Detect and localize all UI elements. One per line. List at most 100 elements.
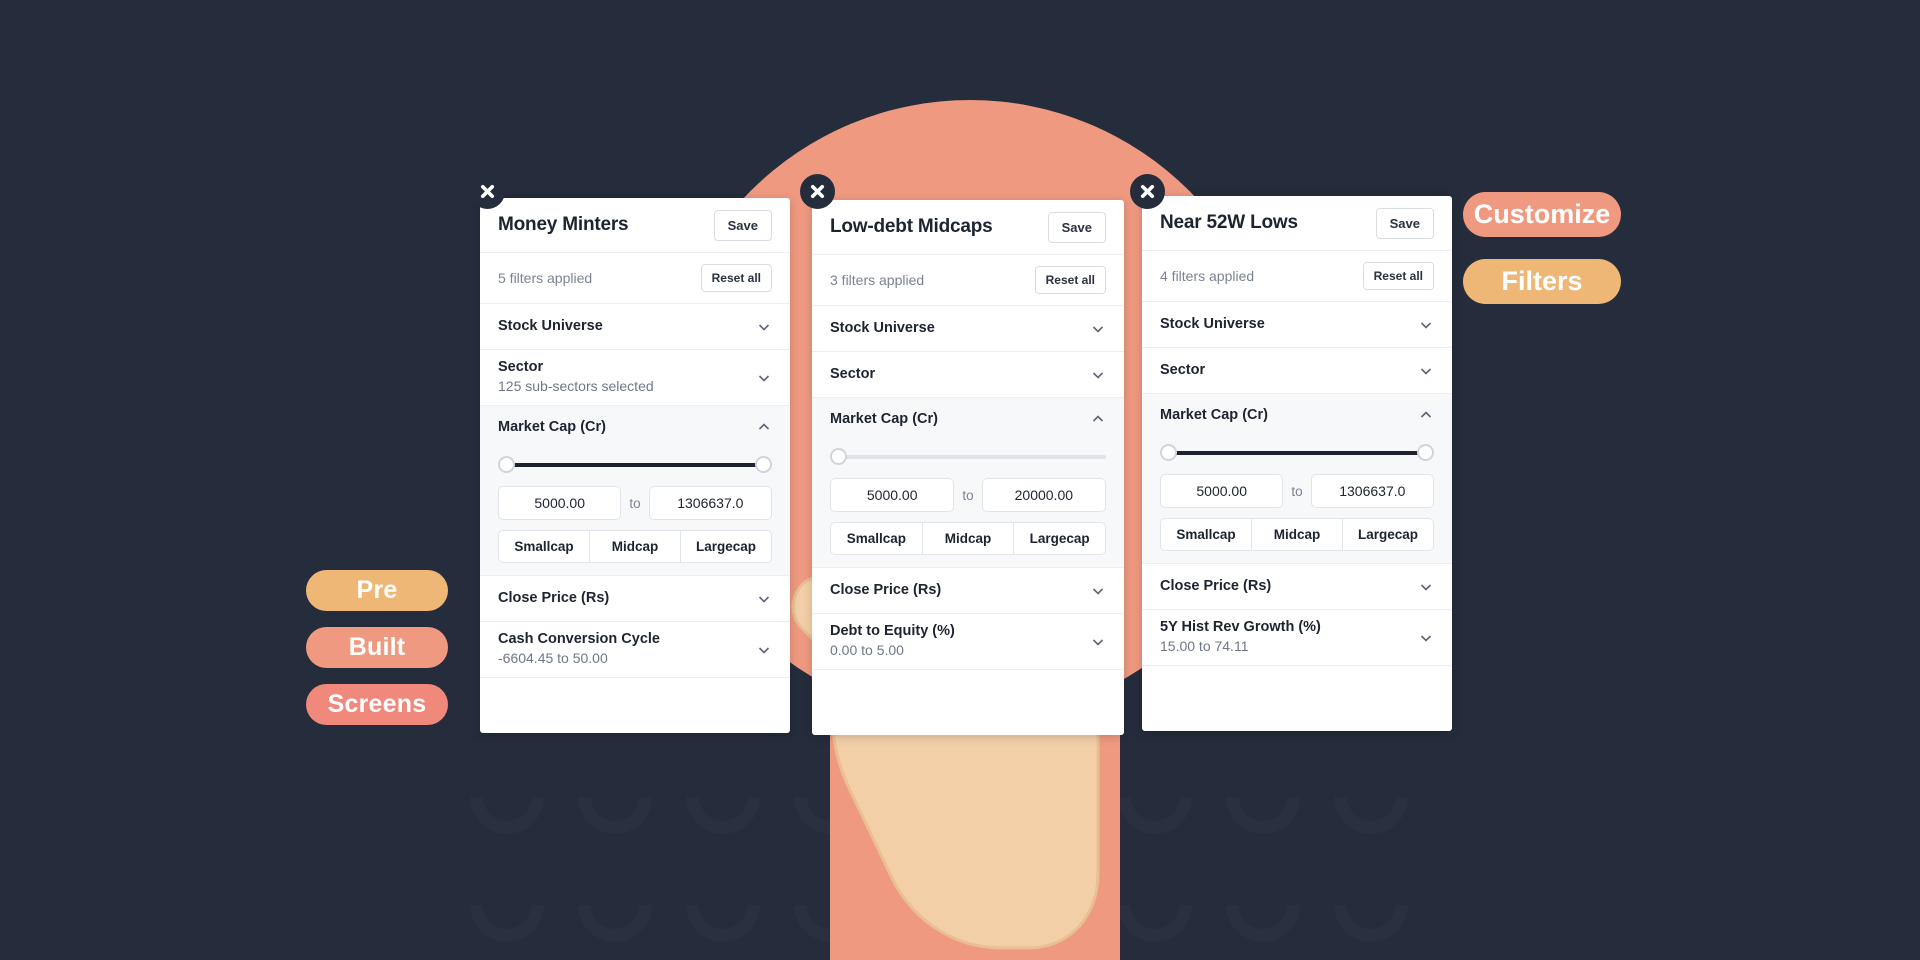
slider-knob-max[interactable]: [755, 456, 772, 473]
card-title: Near 52W Lows: [1160, 212, 1298, 233]
market-cap-header[interactable]: Market Cap (Cr): [812, 398, 1124, 440]
market-cap-slider[interactable]: [830, 448, 1106, 466]
slider-knob-min[interactable]: [498, 456, 515, 473]
filters-summary-bar: 4 filters applied Reset all: [1142, 251, 1452, 302]
chevron-down-icon[interactable]: [756, 591, 772, 607]
screener-card-low-debt-midcaps: Low-debt Midcaps Save 3 filters applied …: [812, 200, 1124, 735]
slider-knob-min[interactable]: [1160, 444, 1177, 461]
market-cap-min-input[interactable]: 5000.00: [830, 478, 955, 512]
range-to-label: to: [962, 487, 974, 503]
market-cap-max-input[interactable]: 20000.00: [981, 478, 1107, 512]
close-icon: [480, 184, 495, 199]
filter-row-label: Sector: [830, 365, 876, 382]
filter-row-label: Close Price (Rs): [1160, 577, 1272, 594]
chevron-down-icon[interactable]: [1090, 583, 1106, 599]
built-pill-label: Built: [348, 633, 406, 661]
chevron-up-icon[interactable]: [1418, 407, 1434, 423]
chevron-down-icon[interactable]: [1090, 321, 1106, 337]
market-cap-min-input[interactable]: 5000.00: [498, 486, 622, 520]
filter-row-stock-universe[interactable]: Stock Universe: [812, 306, 1124, 352]
market-cap-min-input[interactable]: 5000.00: [1160, 474, 1284, 508]
market-cap-range-inputs: 5000.00 to 1306637.0: [1142, 462, 1452, 508]
screens-pill-label: Screens: [327, 690, 427, 718]
cap-button-midcap[interactable]: Midcap: [921, 522, 1015, 555]
filter-row-stock-universe[interactable]: Stock Universe: [480, 304, 790, 350]
chevron-down-icon[interactable]: [756, 370, 772, 386]
filter-row-debt-to-equity[interactable]: Debt to Equity (%) 0.00 to 5.00: [812, 614, 1124, 670]
filter-row-stock-universe[interactable]: Stock Universe: [1142, 302, 1452, 348]
arc-decoration: [1318, 744, 1424, 850]
cap-button-midcap[interactable]: Midcap: [589, 530, 681, 563]
customize-pill[interactable]: Customize: [1463, 192, 1621, 237]
card-header: Near 52W Lows Save: [1142, 196, 1452, 251]
chevron-down-icon[interactable]: [1418, 579, 1434, 595]
right-pill-group: Customize Filters: [1463, 192, 1621, 304]
cap-button-largecap[interactable]: Largecap: [1013, 522, 1107, 555]
chevron-down-icon[interactable]: [1418, 317, 1434, 333]
save-button[interactable]: Save: [1047, 211, 1106, 243]
market-cap-slider[interactable]: [1160, 444, 1434, 462]
slider-fill: [506, 463, 764, 467]
save-button[interactable]: Save: [1375, 207, 1434, 239]
filter-row-label: Sector: [498, 358, 544, 375]
market-cap-range-inputs: 5000.00 to 20000.00: [812, 466, 1124, 512]
chevron-down-icon[interactable]: [756, 642, 772, 658]
cap-button-largecap[interactable]: Largecap: [1342, 518, 1434, 551]
market-cap-max-input[interactable]: 1306637.0: [648, 486, 773, 520]
close-button-card-3[interactable]: [1130, 174, 1165, 209]
cap-button-smallcap[interactable]: Smallcap: [498, 530, 590, 563]
market-cap-max-input[interactable]: 1306637.0: [1310, 474, 1435, 508]
reset-all-button[interactable]: Reset all: [1034, 266, 1106, 294]
filter-row-close-price[interactable]: Close Price (Rs): [812, 568, 1124, 614]
arc-decoration: [1210, 852, 1316, 958]
save-button[interactable]: Save: [713, 209, 772, 241]
cap-button-smallcap[interactable]: Smallcap: [1160, 518, 1252, 551]
chevron-down-icon[interactable]: [1090, 634, 1106, 650]
screens-pill[interactable]: Screens: [306, 684, 448, 725]
cap-category-group: Smallcap Midcap Largecap: [480, 520, 790, 563]
filters-summary-bar: 3 filters applied Reset all: [812, 255, 1124, 306]
arc-decoration: [562, 852, 668, 958]
filters-pill[interactable]: Filters: [1463, 259, 1621, 304]
cap-category-group: Smallcap Midcap Largecap: [1142, 508, 1452, 551]
filter-row-sector[interactable]: Sector 125 sub-sectors selected: [480, 350, 790, 406]
filter-row-sublabel: 15.00 to 74.11: [1160, 638, 1249, 655]
reset-all-button[interactable]: Reset all: [1362, 262, 1434, 290]
filter-row-sector[interactable]: Sector: [812, 352, 1124, 398]
filter-row-sublabel: 125 sub-sectors selected: [498, 378, 654, 395]
arc-decoration: [670, 744, 776, 850]
slider-knob-max[interactable]: [1417, 444, 1434, 461]
filter-row-sublabel: 0.00 to 5.00: [830, 642, 904, 659]
card-title: Money Minters: [498, 214, 629, 235]
market-cap-panel: Market Cap (Cr) 5000.00 to 20000.00 Smal…: [812, 398, 1124, 568]
cap-button-smallcap[interactable]: Smallcap: [830, 522, 923, 555]
close-button-card-2[interactable]: [800, 174, 835, 209]
close-icon: [1140, 184, 1155, 199]
arc-decoration: [454, 852, 560, 958]
filter-row-close-price[interactable]: Close Price (Rs): [1142, 564, 1452, 610]
built-pill[interactable]: Built: [306, 627, 448, 668]
chevron-down-icon[interactable]: [756, 319, 772, 335]
filter-row-sector[interactable]: Sector: [1142, 348, 1452, 394]
filter-row-cash-conversion-cycle[interactable]: Cash Conversion Cycle -6604.45 to 50.00: [480, 622, 790, 678]
cap-button-midcap[interactable]: Midcap: [1251, 518, 1343, 551]
slider-knob-min[interactable]: [830, 448, 847, 465]
chevron-down-icon[interactable]: [1418, 363, 1434, 379]
filter-row-5y-hist-rev-growth[interactable]: 5Y Hist Rev Growth (%) 15.00 to 74.11: [1142, 610, 1452, 666]
chevron-up-icon[interactable]: [756, 419, 772, 435]
reset-all-button[interactable]: Reset all: [700, 264, 772, 292]
market-cap-header[interactable]: Market Cap (Cr): [480, 406, 790, 448]
chevron-down-icon[interactable]: [1090, 367, 1106, 383]
arc-decoration: [1318, 852, 1424, 958]
market-cap-slider[interactable]: [498, 456, 772, 474]
pre-pill[interactable]: Pre: [306, 570, 448, 611]
close-button-card-1[interactable]: [470, 174, 505, 209]
chevron-down-icon[interactable]: [1418, 630, 1434, 646]
filter-row-label: Close Price (Rs): [498, 589, 610, 606]
filter-row-label: Close Price (Rs): [830, 581, 942, 598]
slider-fill: [1168, 451, 1426, 455]
chevron-up-icon[interactable]: [1090, 411, 1106, 427]
cap-button-largecap[interactable]: Largecap: [680, 530, 772, 563]
market-cap-header[interactable]: Market Cap (Cr): [1142, 394, 1452, 436]
filter-row-close-price[interactable]: Close Price (Rs): [480, 576, 790, 622]
